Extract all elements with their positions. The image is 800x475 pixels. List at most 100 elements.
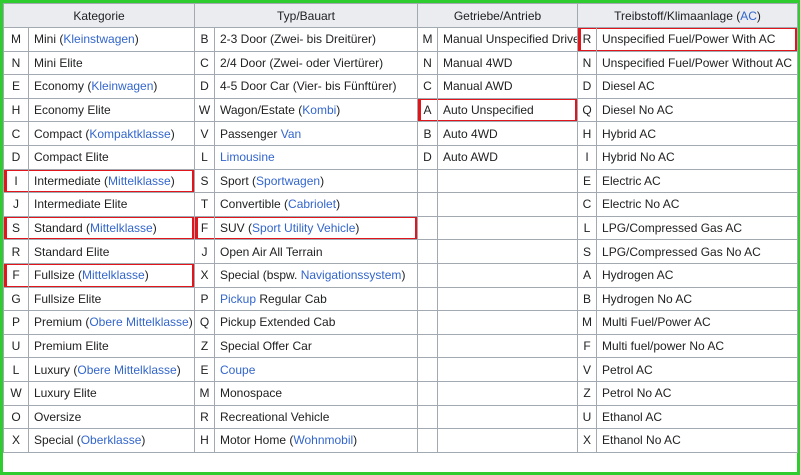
ac-link[interactable]: AC: [740, 9, 757, 23]
code-cell: C: [577, 192, 598, 217]
code-cell: I: [3, 168, 29, 194]
table-row: W Luxury Elite M Monospace Z Petrol No AC: [3, 380, 799, 406]
code-cell: J: [194, 239, 215, 264]
wiki-link[interactable]: Mittelklasse: [90, 221, 153, 235]
code-cell: S: [194, 168, 215, 194]
wiki-link[interactable]: Pickup: [220, 292, 256, 306]
wiki-link[interactable]: Kleinwagen: [91, 79, 153, 93]
description-text: 4-5 Door Car (Vier- bis Fünftürer): [220, 79, 397, 94]
description-text-suffix: ): [141, 433, 146, 448]
wiki-link[interactable]: Limousine: [220, 150, 275, 164]
description-cell: 2/4 Door (Zwei- oder Viertürer): [214, 50, 418, 76]
wiki-link[interactable]: Navigationssystem: [301, 268, 402, 282]
description-cell: Multi Fuel/Power AC: [596, 310, 799, 335]
wiki-link[interactable]: Kleinstwagen: [63, 32, 134, 46]
code-cell: L: [194, 144, 215, 170]
description-cell: [436, 192, 579, 217]
code-cell: G: [3, 286, 29, 312]
description-cell: Special (bspw. Navigationssystem): [214, 262, 418, 288]
code-cell: P: [194, 286, 215, 312]
description-text: Intermediate (: [34, 173, 109, 188]
code-cell: M: [577, 310, 598, 335]
description-text-suffix: ): [188, 315, 193, 330]
description-cell: Passenger Van: [214, 121, 418, 146]
description-text: Luxury Elite: [34, 386, 97, 401]
description-cell: Hydrogen AC: [596, 262, 799, 288]
code-cell: N: [3, 50, 29, 76]
wiki-link[interactable]: Cabriolet: [288, 197, 336, 211]
wiki-link[interactable]: Obere Mittelklasse: [77, 363, 176, 377]
code-cell: A: [417, 97, 438, 123]
wiki-link[interactable]: Kombi: [302, 103, 336, 117]
description-text-suffix: ): [152, 221, 157, 236]
description-cell: Diesel AC: [596, 74, 799, 99]
description-cell: Manual Unspecified Drive: [436, 27, 579, 52]
description-text: Passenger: [220, 126, 281, 141]
code-cell: L: [577, 215, 598, 241]
wiki-link[interactable]: Coupe: [220, 363, 255, 377]
code-cell: [417, 428, 438, 453]
description-text: Mini (: [34, 32, 64, 47]
wiki-link[interactable]: Van: [281, 127, 301, 141]
table-row: M Mini (Kleinstwagen) B 2-3 Door (Zwei- bis…: [3, 27, 799, 52]
wiki-link[interactable]: Obere Mittelklasse: [89, 315, 188, 329]
wiki-link[interactable]: Kompaktklasse: [89, 127, 170, 141]
description-cell: Hybrid AC: [596, 121, 799, 146]
description-cell: Pickup Extended Cab: [214, 310, 418, 335]
code-cell: Q: [577, 97, 598, 123]
description-cell: Compact (Kompaktklasse): [28, 121, 195, 146]
table-row: F Fullsize (Mittelklasse) X Special (bspw. …: [3, 262, 799, 288]
description-cell: [436, 310, 579, 335]
description-cell: Diesel No AC: [596, 97, 799, 123]
header-treibstoff-post: ): [756, 8, 761, 23]
description-cell: Mini (Kleinstwagen): [28, 27, 195, 52]
table-row: H Economy Elite W Wagon/Estate (Kombi) A Auto…: [3, 97, 799, 123]
description-text: Monospace: [220, 386, 283, 401]
description-text: Special Offer Car: [220, 339, 312, 354]
wiki-link[interactable]: Wohnmobil: [293, 433, 353, 447]
code-cell: R: [577, 27, 598, 52]
description-cell: Recreational Vehicle: [214, 404, 418, 430]
description-text-suffix: ): [134, 32, 139, 47]
description-cell: Convertible (Cabriolet): [214, 192, 418, 217]
code-cell: C: [194, 50, 215, 76]
code-cell: B: [417, 121, 438, 146]
code-cell: J: [3, 192, 29, 217]
code-cell: W: [3, 380, 29, 406]
code-cell: L: [3, 357, 29, 382]
table-row: J Intermediate Elite T Convertible (Cabriol…: [3, 192, 799, 217]
wiki-link[interactable]: Sportwagen: [256, 174, 320, 188]
wiki-link[interactable]: Oberklasse: [81, 433, 142, 447]
code-cell: C: [3, 121, 29, 146]
table-row: E Economy (Kleinwagen) D 4-5 Door Car (Vier…: [3, 74, 799, 99]
wiki-link[interactable]: Mittelklasse: [82, 268, 145, 282]
description-cell: Auto AWD: [436, 144, 579, 170]
wiki-link[interactable]: Sport Utility Vehicle: [252, 221, 355, 235]
description-text: Mini Elite: [34, 55, 83, 70]
description-cell: Electric No AC: [596, 192, 799, 217]
description-text: Fullsize Elite: [34, 291, 102, 306]
code-cell: D: [3, 144, 29, 170]
code-cell: U: [577, 404, 598, 430]
description-text-suffix: ): [336, 103, 341, 118]
description-text-suffix: ): [170, 126, 175, 141]
code-cell: E: [194, 357, 215, 382]
description-cell: [436, 380, 579, 406]
code-cell: F: [577, 333, 598, 359]
description-cell: Multi fuel/power No AC: [596, 333, 799, 359]
description-cell: [436, 333, 579, 359]
table-row: N Mini Elite C 2/4 Door (Zwei- oder Viertür…: [3, 50, 799, 76]
code-cell: Q: [194, 310, 215, 335]
description-cell: [436, 428, 579, 453]
description-text: Economy (: [34, 79, 92, 94]
code-cell: [417, 239, 438, 264]
description-text-suffix: Regular Cab: [256, 291, 327, 306]
description-cell: Standard Elite: [28, 239, 195, 264]
description-cell: Standard (Mittelklasse): [28, 215, 195, 241]
table-row: I Intermediate (Mittelklasse) S Sport (Spor…: [3, 168, 799, 194]
code-cell: F: [194, 215, 215, 241]
description-cell: Manual AWD: [436, 74, 579, 99]
wiki-link[interactable]: Mittelklasse: [108, 174, 171, 188]
table-row: C Compact (Kompaktklasse) V Passenger Van B A…: [3, 121, 799, 146]
description-cell: Coupe: [214, 357, 418, 382]
